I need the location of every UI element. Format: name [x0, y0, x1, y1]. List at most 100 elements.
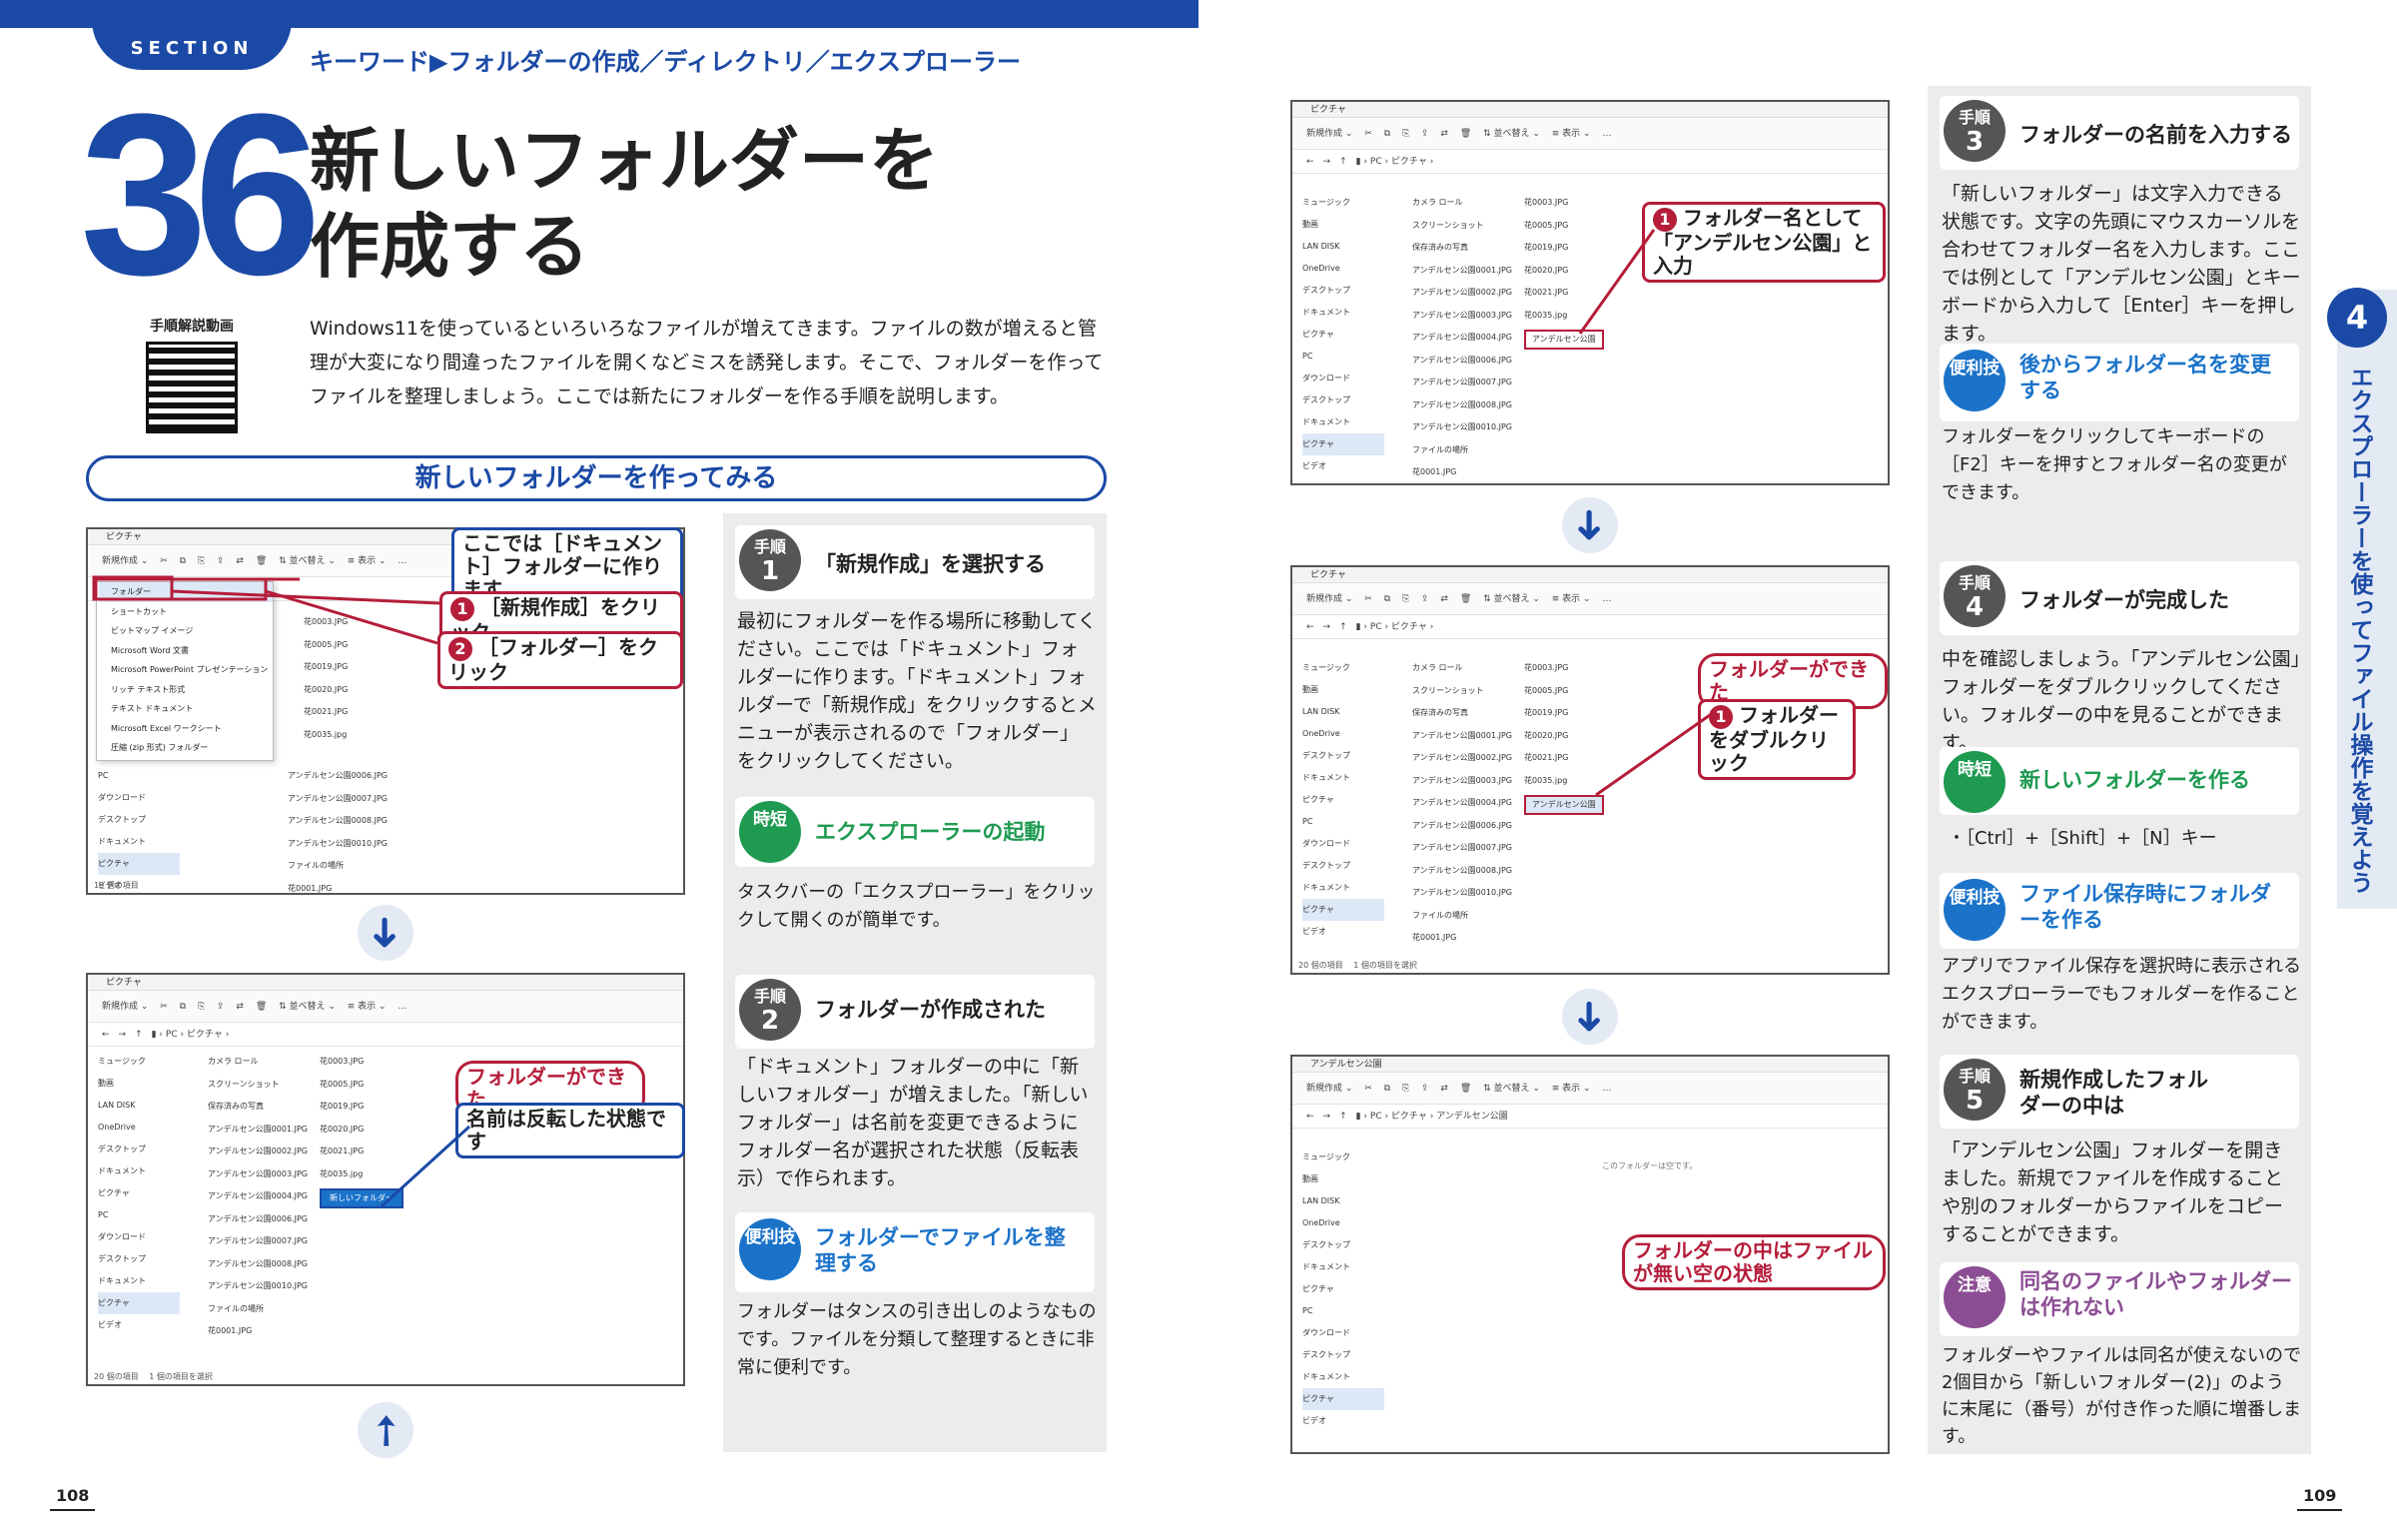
- nav-item[interactable]: ダウンロード: [98, 787, 180, 809]
- menu-item[interactable]: Microsoft Word 文書: [111, 641, 273, 661]
- file-item[interactable]: 花0035.jpg: [304, 724, 348, 747]
- file-item[interactable]: アンデルセン公園0008.JPG: [1412, 860, 1512, 883]
- file-item[interactable]: アンデルセン公園0007.JPG: [208, 1230, 308, 1253]
- file-item[interactable]: 保存済みの写真: [208, 1096, 308, 1119]
- file-item[interactable]: 保存済みの写真: [1412, 702, 1512, 725]
- file-item[interactable]: スクリーンショット: [208, 1074, 308, 1097]
- file-item[interactable]: 花0003.JPG: [1524, 657, 1604, 680]
- file-item[interactable]: 花0019.JPG: [1524, 702, 1604, 725]
- file-item[interactable]: アンデルセン公園0008.JPG: [1412, 394, 1512, 417]
- file-item[interactable]: ファイルの場所: [208, 1298, 308, 1321]
- nav-pane[interactable]: ミュージック 動画 LAN DISK OneDrive デスクトップ ドキュメン…: [88, 1051, 180, 1336]
- nav-item[interactable]: ミュージック: [98, 1051, 180, 1073]
- nav-item[interactable]: デスクトップ: [1302, 1234, 1384, 1256]
- file-item[interactable]: アンデルセン公園0001.JPG: [1412, 260, 1512, 283]
- nav-item[interactable]: PC: [98, 1204, 180, 1226]
- nav-pane[interactable]: ミュージック 動画 LAN DISK OneDrive デスクトップ ドキュメン…: [1292, 657, 1384, 943]
- nav-item[interactable]: OneDrive: [1302, 1212, 1384, 1234]
- nav-item[interactable]: ピクチャ: [1302, 1278, 1384, 1300]
- file-item[interactable]: アンデルセン公園0006.JPG: [288, 765, 388, 788]
- file-item[interactable]: アンデルセン公園0004.JPG: [208, 1185, 308, 1208]
- address-bar[interactable]: ← → ↑ ▮ › PC › ピクチャ › アンデルセン公園: [1292, 1105, 1888, 1129]
- nav-pane[interactable]: ミュージック 動画 LAN DISK OneDrive デスクトップ ドキュメン…: [1292, 1147, 1384, 1432]
- nav-item[interactable]: ダウンロード: [1302, 368, 1384, 389]
- renamed-folder-item[interactable]: アンデルセン公園: [1524, 330, 1604, 350]
- file-item[interactable]: アンデルセン公園0008.JPG: [288, 810, 388, 833]
- nav-pane[interactable]: PC ダウンロード デスクトップ ドキュメント ピクチャ ビデオ: [88, 765, 180, 893]
- nav-item[interactable]: 動画: [1302, 679, 1384, 701]
- renamed-folder-item[interactable]: アンデルセン公園: [1524, 795, 1604, 815]
- menu-item[interactable]: ビットマップ イメージ: [111, 621, 273, 641]
- explorer-toolbar[interactable]: 新規作成 ⌄ ✂ ⧉ ⎘ ⇪ ⇄ 🗑 ⇅ 並べ替え ⌄ ≡ 表示 ⌄ …: [88, 991, 683, 1023]
- nav-item[interactable]: ピクチャ: [98, 1182, 180, 1204]
- explorer-toolbar[interactable]: 新規作成 ⌄ ✂ ⧉ ⎘ ⇪ ⇄ 🗑 ⇅ 並べ替え ⌄ ≡ 表示 ⌄ …: [1292, 1073, 1888, 1105]
- file-list[interactable]: カメラ ロール スクリーンショット 保存済みの写真 アンデルセン公園0001.J…: [1412, 657, 1512, 950]
- menu-item[interactable]: Microsoft Excel ワークシート: [111, 719, 273, 739]
- nav-item[interactable]: PC: [98, 765, 180, 787]
- nav-item[interactable]: ミュージック: [1302, 192, 1384, 214]
- menu-item[interactable]: ショートカット: [111, 602, 273, 622]
- file-item[interactable]: 保存済みの写真: [1412, 237, 1512, 260]
- file-item[interactable]: 花0005.JPG: [304, 634, 348, 657]
- file-item[interactable]: アンデルセン公園0002.JPG: [1412, 282, 1512, 305]
- file-item[interactable]: 花0020.JPG: [1524, 260, 1604, 283]
- file-item[interactable]: カメラ ロール: [1412, 657, 1512, 680]
- nav-item[interactable]: 動画: [1302, 214, 1384, 236]
- nav-item[interactable]: LAN DISK: [1302, 236, 1384, 258]
- nav-item[interactable]: 動画: [98, 1073, 180, 1095]
- menu-item[interactable]: Microsoft PowerPoint プレゼンテーション: [111, 660, 273, 680]
- nav-item[interactable]: ダウンロード: [1302, 833, 1384, 855]
- file-item[interactable]: ファイルの場所: [1412, 439, 1512, 462]
- menu-item[interactable]: 圧縮 (zip 形式) フォルダー: [111, 738, 273, 758]
- file-list-col2[interactable]: 花0003.JPG 花0005.JPG 花0019.JPG 花0020.JPG …: [320, 1051, 403, 1208]
- file-item[interactable]: 花0021.JPG: [304, 701, 348, 724]
- nav-item[interactable]: ミュージック: [1302, 657, 1384, 679]
- nav-item[interactable]: ドキュメント: [1302, 877, 1384, 899]
- file-list-col2[interactable]: 花0003.JPG 花0005.JPG 花0019.JPG 花0020.JPG …: [1524, 192, 1604, 350]
- nav-item[interactable]: ダウンロード: [1302, 1322, 1384, 1344]
- nav-item[interactable]: PC: [1302, 346, 1384, 368]
- file-item[interactable]: スクリーンショット: [1412, 215, 1512, 238]
- file-item[interactable]: アンデルセン公園0003.JPG: [208, 1163, 308, 1186]
- file-item[interactable]: アンデルセン公園0004.JPG: [1412, 792, 1512, 815]
- nav-item[interactable]: ドキュメント: [98, 831, 180, 853]
- nav-item[interactable]: LAN DISK: [98, 1095, 180, 1117]
- file-item[interactable]: アンデルセン公園0001.JPG: [208, 1119, 308, 1142]
- file-item[interactable]: アンデルセン公園0001.JPG: [1412, 725, 1512, 748]
- file-item[interactable]: アンデルセン公園0006.JPG: [1412, 815, 1512, 838]
- file-item[interactable]: アンデルセン公園0003.JPG: [1412, 305, 1512, 328]
- nav-item[interactable]: ドキュメント: [1302, 302, 1384, 324]
- nav-pane[interactable]: ミュージック 動画 LAN DISK OneDrive デスクトップ ドキュメン…: [1292, 192, 1384, 477]
- address-bar[interactable]: ← → ↑ ▮ › PC › ピクチャ ›: [1292, 150, 1888, 174]
- file-item[interactable]: 花0005.JPG: [1524, 680, 1604, 703]
- file-item[interactable]: 花0021.JPG: [1524, 282, 1604, 305]
- qr-code[interactable]: [146, 342, 238, 433]
- file-item[interactable]: 花0019.JPG: [304, 656, 348, 679]
- file-item[interactable]: ファイルの場所: [1412, 905, 1512, 928]
- nav-item[interactable]: ドキュメント: [98, 1270, 180, 1292]
- nav-item[interactable]: ミュージック: [1302, 1147, 1384, 1168]
- address-bar[interactable]: ← → ↑ ▮ › PC › ピクチャ ›: [88, 1023, 683, 1047]
- address-bar[interactable]: ← → ↑ ▮ › PC › ピクチャ ›: [1292, 615, 1888, 639]
- file-item[interactable]: 花0020.JPG: [320, 1119, 403, 1142]
- nav-item[interactable]: デスクトップ: [98, 809, 180, 831]
- nav-item[interactable]: ピクチャ: [1302, 789, 1384, 811]
- nav-item[interactable]: LAN DISK: [1302, 701, 1384, 723]
- file-item[interactable]: アンデルセン公園0010.JPG: [288, 833, 388, 856]
- new-menu[interactable]: フォルダー ショートカット ビットマップ イメージ Microsoft Word…: [96, 581, 274, 761]
- file-item[interactable]: アンデルセン公園0007.JPG: [1412, 837, 1512, 860]
- file-item[interactable]: 花0020.JPG: [304, 679, 348, 702]
- nav-item[interactable]: OneDrive: [1302, 258, 1384, 280]
- file-item[interactable]: 花0001.JPG: [1412, 461, 1512, 483]
- nav-item[interactable]: PC: [1302, 1300, 1384, 1322]
- file-list[interactable]: カメラ ロール スクリーンショット 保存済みの写真 アンデルセン公園0001.J…: [208, 1051, 308, 1343]
- file-item[interactable]: 花0001.JPG: [208, 1320, 308, 1343]
- nav-item[interactable]: ドキュメント: [1302, 767, 1384, 789]
- file-item[interactable]: アンデルセン公園0002.JPG: [1412, 747, 1512, 770]
- nav-item[interactable]: ドキュメント: [1302, 1366, 1384, 1388]
- file-item[interactable]: アンデルセン公園0010.JPG: [208, 1275, 308, 1298]
- file-item[interactable]: ファイルの場所: [288, 855, 388, 878]
- nav-item[interactable]: OneDrive: [98, 1117, 180, 1139]
- file-item[interactable]: アンデルセン公園0003.JPG: [1412, 770, 1512, 793]
- file-item[interactable]: アンデルセン公園0010.JPG: [1412, 882, 1512, 905]
